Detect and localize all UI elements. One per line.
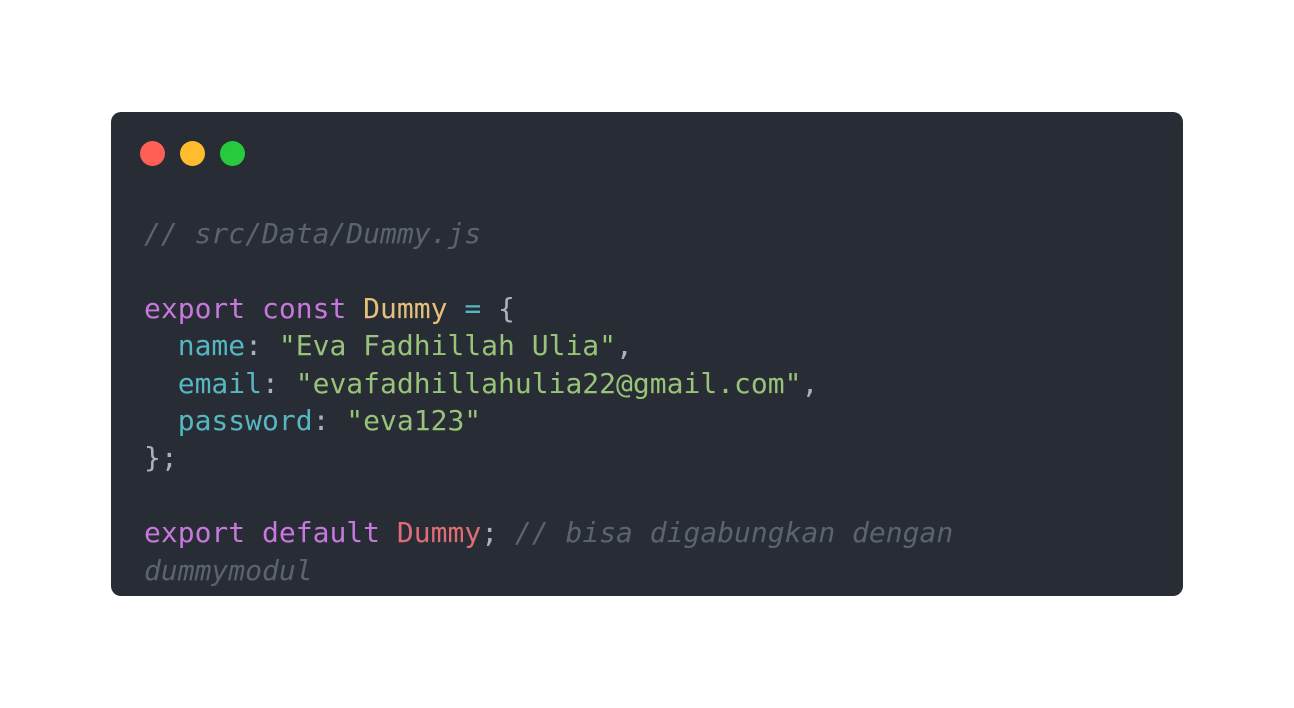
prop-value: "Eva Fadhillah Ulia"	[278, 329, 617, 363]
dummy-identifier: Dummy	[396, 516, 482, 550]
code-line-prop-email: email: "evafadhillahulia22@gmail.com",	[144, 365, 953, 402]
close-window-button[interactable]	[140, 141, 165, 166]
maximize-window-button[interactable]	[220, 141, 245, 166]
code-line-declaration: export const Dummy = {	[144, 290, 953, 327]
semicolon: ;	[481, 516, 499, 550]
prop-colon: :	[245, 329, 263, 363]
equals-operator: =	[464, 291, 482, 325]
close-brace: };	[144, 441, 178, 475]
const-keyword: const	[262, 291, 347, 325]
prop-key: password	[177, 403, 313, 437]
open-brace: {	[498, 291, 515, 325]
export-keyword: export	[144, 291, 246, 325]
file-path-comment: // src/Data/Dummy.js	[144, 217, 482, 250]
export-keyword: export	[144, 516, 246, 550]
minimize-window-button[interactable]	[180, 141, 205, 166]
prop-colon: :	[312, 403, 330, 437]
code-line-prop-password: password: "eva123"	[144, 402, 953, 439]
code-line-close: };	[144, 439, 953, 476]
default-keyword: default	[262, 516, 381, 550]
prop-key: email	[177, 366, 263, 400]
inline-comment: // bisa digabungkan dengan	[514, 516, 954, 550]
code-line-export-default: export default Dummy; // bisa digabungka…	[144, 514, 953, 551]
prop-comma: ,	[616, 329, 633, 363]
prop-comma: ,	[801, 366, 819, 400]
code-line-prop-name: name: "Eva Fadhillah Ulia",	[144, 327, 953, 364]
prop-value: "evafadhillahulia22@gmail.com"	[295, 366, 802, 400]
code-block: // src/Data/Dummy.js export const Dummy …	[144, 215, 953, 589]
prop-value: "eva123"	[346, 403, 482, 437]
dummy-identifier: Dummy	[363, 291, 448, 325]
code-line-comment-wrap: dummymodul	[144, 552, 953, 589]
inline-comment-continued: dummymodul	[144, 553, 313, 587]
code-window: // src/Data/Dummy.js export const Dummy …	[111, 112, 1183, 596]
code-line-1: // src/Data/Dummy.js	[144, 215, 953, 252]
prop-key: name	[177, 329, 246, 363]
prop-colon: :	[262, 366, 279, 400]
